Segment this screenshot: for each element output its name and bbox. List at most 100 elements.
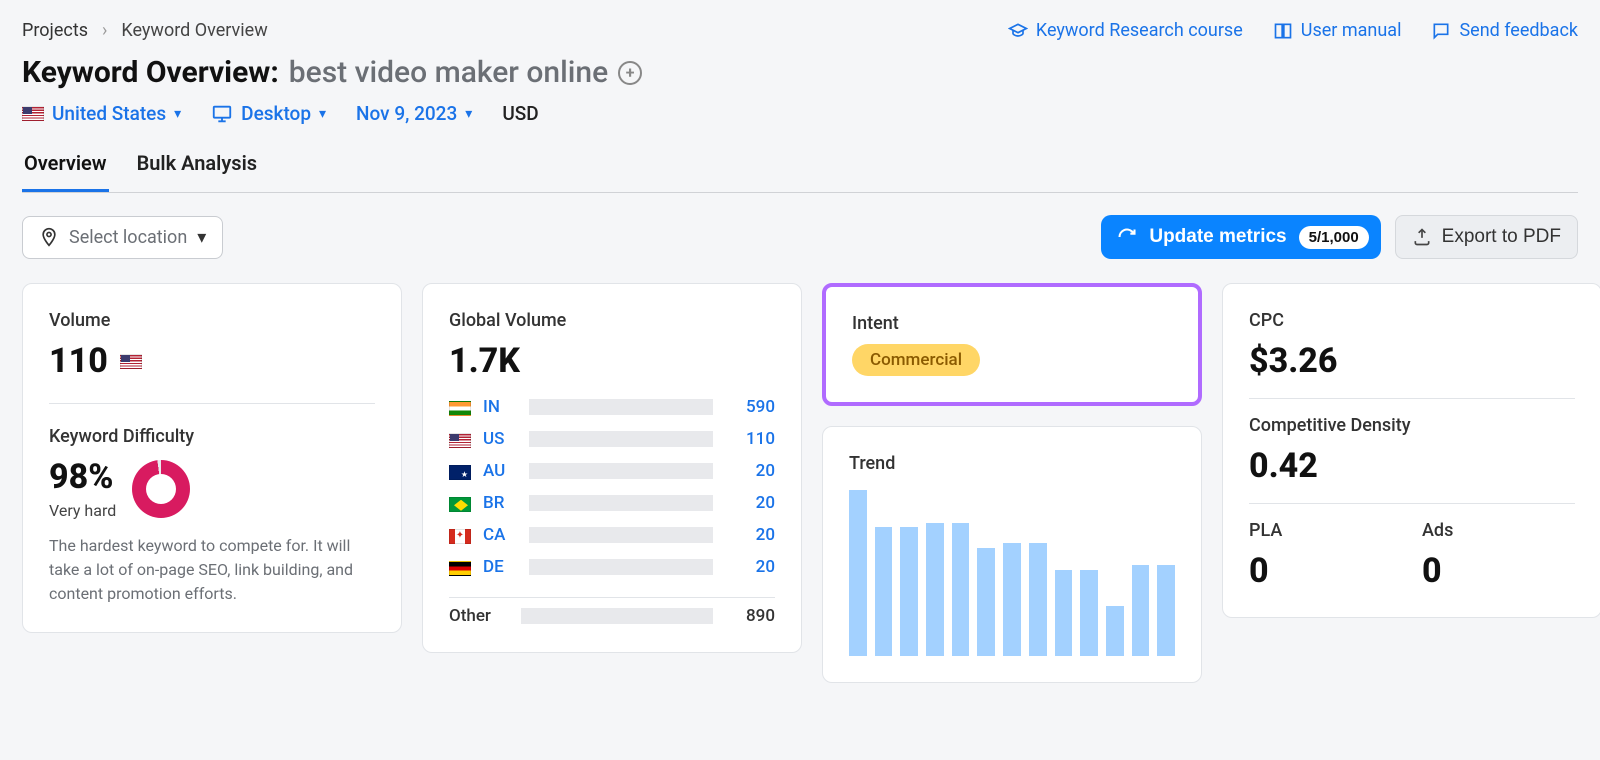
gv-country-code: US	[483, 429, 517, 449]
export-pdf-button[interactable]: Export to PDF	[1395, 215, 1578, 259]
breadcrumb-root[interactable]: Projects	[22, 20, 88, 41]
send-feedback-link[interactable]: Send feedback	[1431, 20, 1578, 41]
ads-value: 0	[1422, 551, 1575, 591]
trend-bar	[977, 548, 995, 656]
graduation-cap-icon	[1008, 21, 1028, 41]
chevron-down-icon: ▾	[465, 106, 472, 122]
trend-bar	[1132, 565, 1150, 656]
competitive-density-title: Competitive Density	[1249, 415, 1575, 436]
desktop-icon	[211, 103, 233, 125]
book-icon	[1273, 21, 1293, 41]
trend-bar	[1106, 606, 1124, 656]
flag-icon	[449, 529, 471, 544]
kd-description: The hardest keyword to compete for. It w…	[49, 534, 375, 606]
gv-bar	[521, 608, 713, 624]
volume-title: Volume	[49, 310, 375, 331]
date-filter[interactable]: Nov 9, 2023 ▾	[356, 102, 472, 125]
gv-bar	[529, 431, 713, 447]
gv-row[interactable]: US 110	[449, 429, 775, 449]
gv-value: 890	[725, 606, 775, 626]
cpc-title: CPC	[1249, 310, 1575, 331]
title-prefix: Keyword Overview:	[22, 55, 279, 90]
gv-country-code: CA	[483, 525, 517, 545]
chevron-down-icon: ▾	[174, 106, 181, 122]
trend-bar	[926, 523, 944, 656]
gv-row[interactable]: DE20	[449, 557, 775, 577]
user-manual-link[interactable]: User manual	[1273, 20, 1402, 41]
gv-row[interactable]: AU 20	[449, 461, 775, 481]
gv-value: 110	[725, 429, 775, 449]
trend-bar	[849, 490, 867, 656]
refresh-icon	[1117, 227, 1137, 247]
flag-icon	[449, 497, 471, 512]
global-volume-title: Global Volume	[449, 310, 775, 331]
global-volume-card: Global Volume 1.7K IN590 US 110 AU 20 BR20 CA 2…	[422, 283, 802, 653]
trend-bar	[875, 527, 893, 656]
pla-title: PLA	[1249, 520, 1402, 541]
gv-row[interactable]: CA 20	[449, 525, 775, 545]
kd-donut-icon	[132, 460, 190, 518]
breadcrumb: Projects › Keyword Overview	[22, 20, 268, 41]
country-filter[interactable]: United States ▾	[22, 102, 181, 125]
device-filter[interactable]: Desktop ▾	[211, 102, 326, 125]
competitive-density-value: 0.42	[1249, 446, 1575, 486]
trend-bar	[1003, 543, 1021, 656]
trend-bar	[900, 527, 918, 656]
intent-title: Intent	[852, 313, 1172, 334]
intent-card: Intent Commercial	[822, 283, 1202, 406]
gv-row[interactable]: IN590	[449, 397, 775, 417]
page-title: Keyword Overview: best video maker onlin…	[22, 55, 1578, 90]
trend-title: Trend	[849, 453, 1175, 474]
gv-country-code: AU	[483, 461, 517, 481]
gv-bar	[529, 527, 713, 543]
keyword-research-course-link[interactable]: Keyword Research course	[1008, 20, 1243, 41]
gv-value: 20	[725, 461, 775, 481]
gv-country-code: BR	[483, 493, 517, 513]
global-volume-total: 1.7K	[449, 341, 775, 381]
trend-bar	[1080, 570, 1098, 656]
filters: United States ▾ Desktop ▾ Nov 9, 2023 ▾ …	[22, 102, 1578, 125]
kd-title: Keyword Difficulty	[49, 426, 375, 447]
chevron-down-icon: ▾	[197, 227, 206, 248]
trend-bar	[952, 523, 970, 656]
gv-bar	[529, 463, 713, 479]
trend-bar	[1055, 570, 1073, 656]
gv-row[interactable]: BR20	[449, 493, 775, 513]
kd-label: Very hard	[49, 501, 116, 520]
gv-bar	[529, 559, 713, 575]
gv-other-label: Other	[449, 606, 509, 626]
gv-row-other[interactable]: Other 890	[449, 597, 775, 626]
chat-icon	[1431, 21, 1451, 41]
chevron-down-icon: ▾	[319, 106, 326, 122]
gv-value: 20	[725, 525, 775, 545]
ads-title: Ads	[1422, 520, 1575, 541]
gv-bar	[529, 495, 713, 511]
intent-badge: Commercial	[852, 344, 980, 376]
trend-bar	[1157, 565, 1175, 656]
flag-icon	[449, 465, 471, 480]
kd-value: 98%	[49, 457, 116, 497]
pin-icon	[39, 227, 59, 247]
volume-card: Volume 110 Keyword Difficulty 98% Very h…	[22, 283, 402, 633]
breadcrumb-current: Keyword Overview	[121, 20, 267, 41]
pla-value: 0	[1249, 551, 1402, 591]
gv-bar	[529, 399, 713, 415]
trend-bar	[1029, 543, 1047, 656]
trend-card: Trend	[822, 426, 1202, 683]
trend-chart	[849, 490, 1175, 656]
flag-icon	[449, 433, 471, 448]
flag-us-icon	[22, 106, 44, 121]
update-metrics-button[interactable]: Update metrics 5/1,000	[1101, 215, 1380, 259]
flag-us-icon	[120, 354, 142, 369]
gv-country-code: DE	[483, 557, 517, 577]
tabs: Overview Bulk Analysis	[22, 151, 1578, 193]
flag-icon	[449, 561, 471, 576]
tab-overview[interactable]: Overview	[22, 151, 109, 192]
usage-pill: 5/1,000	[1299, 226, 1369, 249]
title-keyword: best video maker online	[289, 55, 608, 90]
volume-value: 110	[49, 341, 108, 381]
add-keyword-icon[interactable]: +	[618, 61, 642, 85]
gv-country-code: IN	[483, 397, 517, 417]
select-location-button[interactable]: Select location ▾	[22, 216, 223, 259]
tab-bulk-analysis[interactable]: Bulk Analysis	[135, 151, 260, 192]
